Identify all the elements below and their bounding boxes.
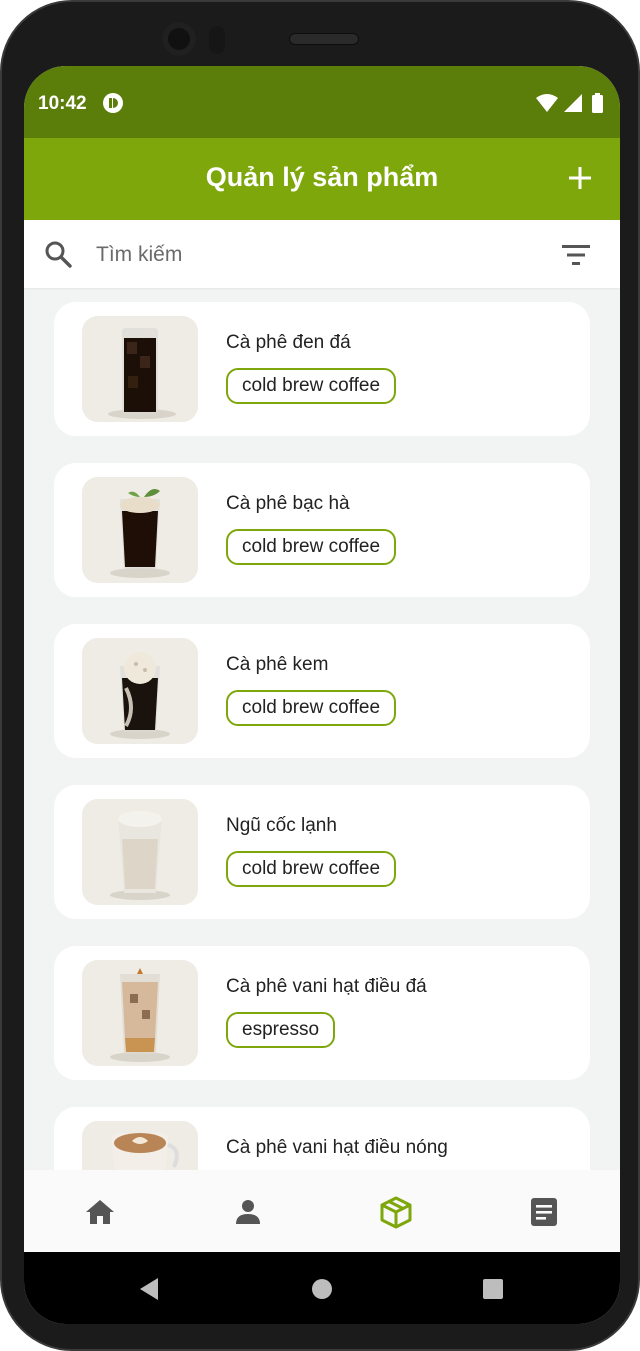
category-tag: cold brew coffee — [226, 368, 397, 404]
product-image — [82, 477, 198, 583]
filter-icon[interactable] — [562, 242, 590, 268]
front-camera — [162, 22, 196, 56]
proximity-sensor — [209, 26, 225, 54]
product-card[interactable]: Cà phê vani hạt điều nóng — [54, 1107, 590, 1170]
product-card[interactable]: Cà phê đen đá cold brew coffee — [54, 302, 590, 436]
product-name: Cà phê đen đá — [226, 332, 351, 353]
battery-icon — [592, 93, 603, 113]
category-tag: cold brew coffee — [226, 851, 397, 887]
add-product-button[interactable] — [564, 162, 596, 194]
product-list[interactable]: Cà phê đen đá cold brew coffee Cà phê bạ… — [24, 288, 620, 1170]
box-icon[interactable] — [376, 1192, 416, 1232]
product-card[interactable]: Ngũ cốc lạnh cold brew coffee — [54, 785, 590, 919]
product-image — [82, 638, 198, 744]
category-tag: cold brew coffee — [226, 529, 397, 565]
search-icon — [45, 241, 72, 268]
earpiece-speaker — [289, 33, 359, 45]
status-icons — [536, 93, 603, 113]
product-name: Cà phê bạc hà — [226, 493, 350, 514]
person-icon[interactable] — [228, 1192, 268, 1232]
app-notification-icon — [103, 93, 123, 113]
signal-icon — [564, 94, 582, 112]
system-navigation-bar — [24, 1252, 620, 1324]
recents-icon[interactable] — [480, 1276, 506, 1302]
product-image — [82, 1121, 198, 1170]
product-image — [82, 960, 198, 1066]
product-name: Cà phê vani hạt điều đá — [226, 976, 427, 997]
page-title: Quản lý sản phẩm — [205, 162, 439, 192]
status-time: 10:42 — [38, 93, 87, 114]
app-bar: Quản lý sản phẩm — [24, 138, 620, 220]
product-card[interactable]: Cà phê bạc hà cold brew coffee — [54, 463, 590, 597]
home-icon[interactable] — [80, 1192, 120, 1232]
product-card[interactable]: Cà phê vani hạt điều đá espresso — [54, 946, 590, 1080]
product-name: Cà phê kem — [226, 654, 329, 675]
category-tag: espresso — [226, 1012, 336, 1048]
back-icon[interactable] — [136, 1276, 162, 1302]
category-tag: cold brew coffee — [226, 690, 397, 726]
plus-icon — [569, 167, 591, 189]
bottom-navigation — [24, 1170, 620, 1252]
phone-frame: 10:42 Quản lý sản phẩm Tìm kiếm Cà phê đ… — [0, 0, 640, 1351]
product-name: Ngũ cốc lạnh — [226, 815, 337, 836]
wifi-icon — [536, 94, 558, 112]
product-name: Cà phê vani hạt điều nóng — [226, 1137, 448, 1158]
screen: 10:42 Quản lý sản phẩm Tìm kiếm Cà phê đ… — [24, 66, 620, 1324]
product-image — [82, 799, 198, 905]
product-card[interactable]: Cà phê kem cold brew coffee — [54, 624, 590, 758]
search-bar — [24, 220, 620, 288]
search-input[interactable] — [94, 234, 518, 276]
document-icon[interactable] — [524, 1192, 564, 1232]
product-image — [82, 316, 198, 422]
status-bar: 10:42 — [24, 66, 620, 138]
home-button-icon[interactable] — [309, 1276, 335, 1302]
